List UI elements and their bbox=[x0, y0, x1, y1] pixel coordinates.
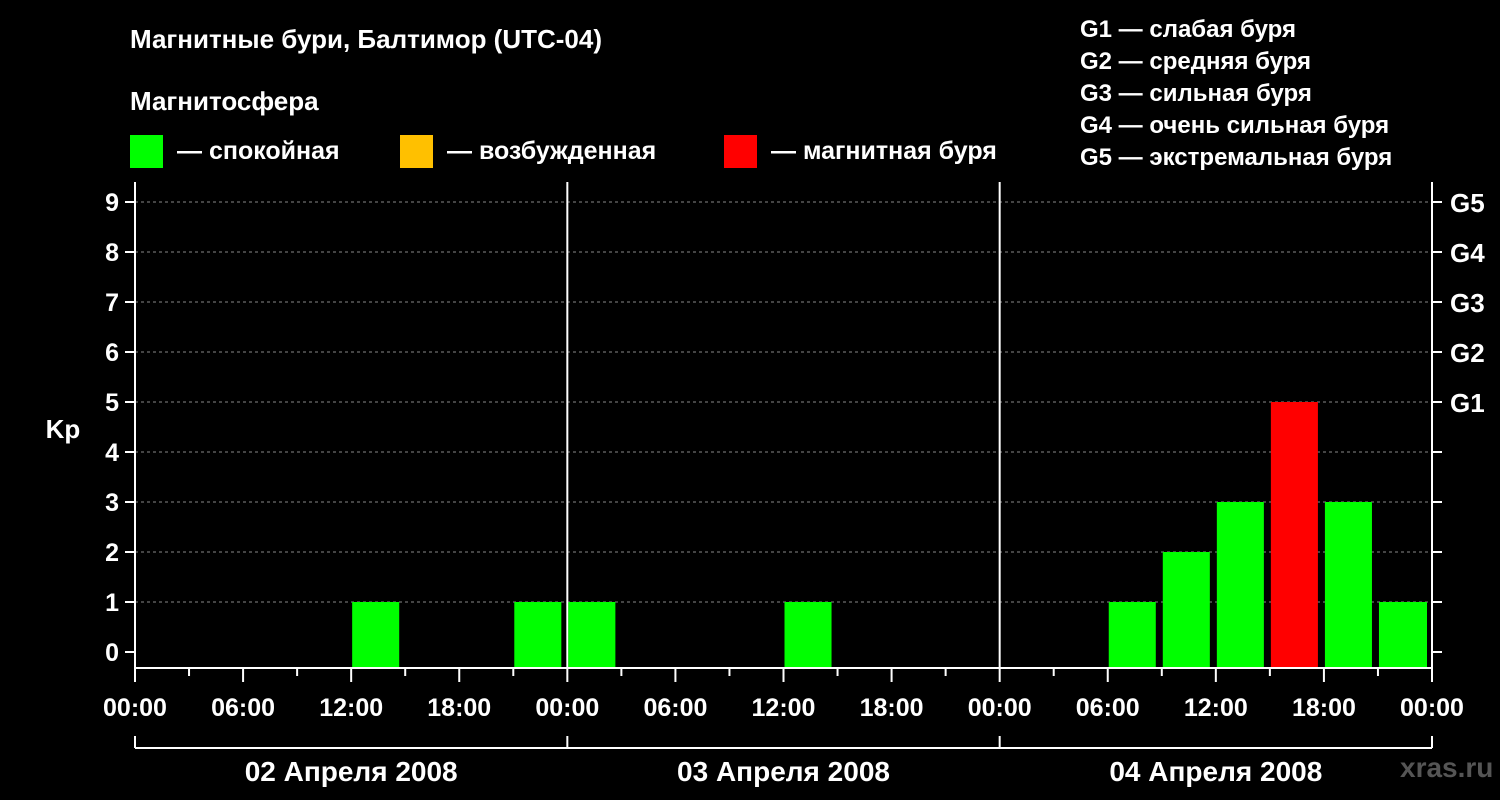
y-tick-label: 2 bbox=[105, 539, 119, 567]
kp-bar bbox=[568, 602, 616, 667]
x-tick-label: 12:00 bbox=[1184, 694, 1248, 722]
kp-bar bbox=[1324, 502, 1372, 667]
x-tick-label: 18:00 bbox=[427, 694, 491, 722]
y-tick-label: 3 bbox=[105, 489, 119, 517]
x-tick-label: 18:00 bbox=[1292, 694, 1356, 722]
y-tick-label: 5 bbox=[105, 389, 119, 417]
x-tick-label: 00:00 bbox=[968, 694, 1032, 722]
day-label: 02 Апреля 2008 bbox=[245, 756, 458, 787]
x-tick-label: 06:00 bbox=[643, 694, 707, 722]
x-tick-label: 18:00 bbox=[860, 694, 924, 722]
y-axis-label: Kp bbox=[46, 414, 81, 444]
kp-bar bbox=[1270, 402, 1318, 667]
kp-bar bbox=[352, 602, 400, 667]
kp-bar bbox=[784, 602, 832, 667]
x-tick-label: 12:00 bbox=[319, 694, 383, 722]
watermark: xras.ru bbox=[1400, 752, 1494, 783]
x-tick-label: 12:00 bbox=[752, 694, 816, 722]
kp-bar bbox=[514, 602, 562, 667]
y-tick-label: 4 bbox=[105, 439, 119, 467]
x-tick-label: 06:00 bbox=[1076, 694, 1140, 722]
y-tick-label: 7 bbox=[105, 289, 119, 317]
y-tick-label: 8 bbox=[105, 239, 119, 267]
g-tick-label: G4 bbox=[1450, 238, 1485, 268]
x-tick-label: 00:00 bbox=[103, 694, 167, 722]
x-tick-label: 06:00 bbox=[211, 694, 275, 722]
g-tick-label: G5 bbox=[1450, 188, 1485, 218]
x-tick-label: 00:00 bbox=[1400, 694, 1464, 722]
y-tick-label: 6 bbox=[105, 339, 119, 367]
x-tick-label: 00:00 bbox=[535, 694, 599, 722]
g-tick-label: G2 bbox=[1450, 338, 1485, 368]
g-tick-label: G3 bbox=[1450, 288, 1485, 318]
day-label: 03 Апреля 2008 bbox=[677, 756, 890, 787]
kp-bar bbox=[1216, 502, 1264, 667]
y-tick-label: 1 bbox=[105, 589, 119, 617]
kp-bar bbox=[1415, 602, 1427, 667]
day-label: 04 Апреля 2008 bbox=[1109, 756, 1322, 787]
y-tick-label: 9 bbox=[105, 189, 119, 217]
kp-bar bbox=[1162, 552, 1210, 667]
kp-bar bbox=[1108, 602, 1156, 667]
y-tick-label: 0 bbox=[105, 639, 119, 667]
kp-bar-chart: 0 1 2 3 4 5 6 7 8 9 G1 G2 G3 G4 G5 Kp 00:00 06:00 12:00 18:… bbox=[46, 182, 1485, 787]
g-tick-label: G1 bbox=[1450, 388, 1485, 418]
